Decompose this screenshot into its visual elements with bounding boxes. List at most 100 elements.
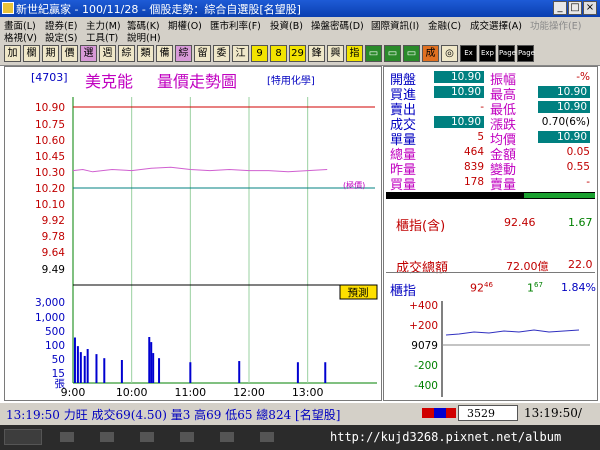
- menu-settings[interactable]: 設定(S): [45, 30, 77, 44]
- price-tick-label: 9.64: [42, 247, 66, 259]
- toolbar-button[interactable]: 留: [194, 45, 211, 62]
- menu-finance[interactable]: 金融(C): [428, 18, 461, 32]
- quote-value: 5: [477, 131, 484, 143]
- quote-value: 10.90: [538, 101, 590, 113]
- time-tick-label: 9:00: [61, 386, 86, 399]
- menu-trading-code[interactable]: 操盤密碼(D): [311, 18, 364, 32]
- price-tick-label: 10.90: [35, 102, 65, 114]
- volume-tick-label: 50: [52, 354, 65, 366]
- quote-value: -: [586, 176, 590, 188]
- taskbar-icon[interactable]: [180, 432, 194, 442]
- price-volume-chart-panel: [4703] 美克能 量價走勢圖 [特用化學] 10.90 10.75 10.60 1…: [4, 66, 382, 401]
- taskbar-icon[interactable]: [220, 432, 234, 442]
- quote-value: -%: [576, 71, 590, 83]
- menu-view[interactable]: 格視(V): [4, 30, 37, 44]
- price-line: [72, 166, 328, 173]
- time-tick-label: 12:00: [233, 386, 265, 399]
- menu-trade-select[interactable]: 成交選擇(A): [470, 18, 522, 32]
- quote-value: 178: [463, 176, 484, 188]
- price-tick-label: 10.75: [35, 119, 65, 131]
- start-button[interactable]: [4, 429, 42, 445]
- toolbar-button[interactable]: ▭: [384, 45, 401, 62]
- status-indicator-blue: [434, 408, 446, 418]
- price-tick-label: 10.45: [35, 151, 65, 163]
- quote-value: 464: [463, 146, 484, 158]
- menu-function-ops[interactable]: 功能操作(E): [530, 18, 581, 32]
- toolbar-button[interactable]: Ex: [460, 45, 477, 62]
- quote-value: 839: [463, 161, 484, 173]
- toolbar-button[interactable]: 指: [346, 45, 363, 62]
- app-icon: [2, 2, 14, 14]
- menu-investment[interactable]: 投資(B): [270, 18, 303, 32]
- toolbar-button[interactable]: ▭: [403, 45, 420, 62]
- quote-value: 10.90: [538, 86, 590, 98]
- total-turnover-extra: 22.0: [568, 258, 593, 271]
- taskbar: http://kujd3268.pixnet.net/album: [0, 425, 600, 450]
- toolbar-button[interactable]: 委: [213, 45, 230, 62]
- menu-help[interactable]: 說明(H): [127, 30, 161, 44]
- volume-tick-label: 500: [45, 326, 65, 338]
- quote-value: 10.90: [434, 116, 484, 128]
- toolbar-button[interactable]: 江: [232, 45, 249, 62]
- quote-panel: 開盤 10.90 振幅 -% 買進 10.90 最高 10.90 賣出 - 最低 10.90 成交 10.…: [383, 66, 598, 401]
- toolbar-button[interactable]: 備: [156, 45, 173, 62]
- maximize-button[interactable]: □: [568, 1, 582, 15]
- toolbar-button[interactable]: Page: [498, 45, 516, 62]
- toolbar-button[interactable]: 鋒: [308, 45, 325, 62]
- time-tick-label: 10:00: [116, 386, 148, 399]
- minimize-button[interactable]: _: [553, 1, 567, 15]
- mini-index-line: [445, 329, 580, 336]
- toolbar-button[interactable]: 選: [80, 45, 97, 62]
- quote-value: 0.55: [566, 161, 590, 173]
- volume-tick-label: 1,000: [35, 312, 65, 324]
- toolbar-button[interactable]: 綜: [118, 45, 135, 62]
- mini-index-value: 9246: [470, 281, 493, 295]
- mini-tick-label: +200: [409, 320, 438, 332]
- menu-intl-info[interactable]: 國際資訊(I): [371, 18, 419, 32]
- avg-price-label: (極價): [343, 180, 365, 190]
- taskbar-icon[interactable]: [100, 432, 114, 442]
- toolbar-button[interactable]: 欄: [23, 45, 40, 62]
- toolbar-button[interactable]: 興: [327, 45, 344, 62]
- time-tick-label: 13:00: [292, 386, 324, 399]
- mini-tick-label: -200: [414, 360, 438, 372]
- chart-svg: 10.90 10.75 10.60 10.45 10.30 10.20 10.10 9.92 9…: [35, 97, 378, 399]
- mini-tick-label: +400: [409, 300, 438, 312]
- menu-options[interactable]: 期權(O): [168, 18, 202, 32]
- quote-value: 10.90: [434, 86, 484, 98]
- quote-label: 買量: [390, 178, 417, 193]
- quote-input-value: 3529: [467, 407, 495, 420]
- toolbar-button[interactable]: 期: [42, 45, 59, 62]
- price-tick-label: 10.30: [35, 167, 65, 179]
- taskbar-icon[interactable]: [260, 432, 274, 442]
- toolbar-button[interactable]: Exp: [479, 45, 496, 62]
- mini-index-change: 167: [527, 281, 543, 295]
- toolbar-button[interactable]: 週: [99, 45, 116, 62]
- toolbar-button[interactable]: Page: [517, 45, 535, 62]
- close-button[interactable]: ×: [583, 1, 597, 15]
- toolbar-button[interactable]: ◎: [441, 45, 458, 62]
- toolbar-button[interactable]: 成: [422, 45, 439, 62]
- toolbar-button[interactable]: 29: [289, 45, 306, 62]
- toolbar-button[interactable]: 加: [4, 45, 21, 62]
- buy-sell-bar: [524, 193, 595, 198]
- mini-tick-label: 9079: [411, 340, 438, 352]
- toolbar-button[interactable]: 8: [270, 45, 287, 62]
- quote-value: 10.90: [434, 71, 484, 83]
- watermark-url: http://kujd3268.pixnet.net/album: [330, 430, 562, 444]
- price-tick-label: 10.10: [35, 199, 65, 211]
- toolbar-button[interactable]: 價: [61, 45, 78, 62]
- toolbar-button[interactable]: ▭: [365, 45, 382, 62]
- taskbar-icon[interactable]: [140, 432, 154, 442]
- window-title: 新世紀贏家 - 100/11/28 - 個股走勢：綜合自選股[名望股]: [16, 3, 301, 16]
- toolbar-button[interactable]: 9: [251, 45, 268, 62]
- price-tick-label: 9.78: [42, 231, 65, 243]
- taskbar-icon[interactable]: [60, 432, 74, 442]
- quote-input[interactable]: 3529: [458, 405, 518, 421]
- toolbar-button[interactable]: 類: [137, 45, 154, 62]
- menu-tools[interactable]: 工具(T): [86, 30, 118, 44]
- volume-tick-label: 3,000: [35, 297, 65, 309]
- toolbar-button[interactable]: 綜: [175, 45, 192, 62]
- menu-forex-rates[interactable]: 匯市利率(F): [210, 18, 261, 32]
- price-tick-label: 9.92: [42, 215, 65, 227]
